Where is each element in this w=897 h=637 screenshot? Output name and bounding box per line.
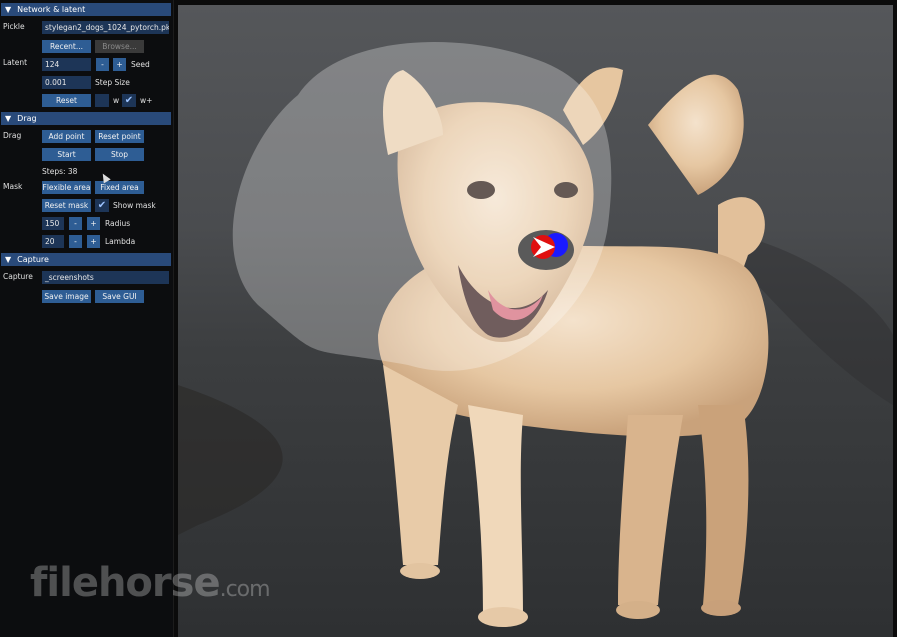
generated-dog-image[interactable] bbox=[178, 5, 893, 637]
flexible-area-button[interactable]: Flexible area bbox=[42, 181, 91, 194]
show-mask-checkbox[interactable]: ✔ bbox=[95, 199, 109, 212]
section-header-capture[interactable]: ▼ Capture bbox=[1, 253, 171, 266]
start-button[interactable]: Start bbox=[42, 148, 91, 161]
radius-decrement-button[interactable]: - bbox=[69, 217, 82, 230]
radius-input[interactable]: 150 bbox=[42, 217, 64, 230]
fixed-area-button[interactable]: Fixed area bbox=[95, 181, 144, 194]
save-image-button[interactable]: Save image bbox=[42, 290, 91, 303]
lambda-label: Lambda bbox=[105, 237, 136, 246]
reset-point-button[interactable]: Reset point bbox=[95, 130, 144, 143]
stop-button[interactable]: Stop bbox=[95, 148, 144, 161]
wplus-label: w+ bbox=[140, 96, 153, 105]
save-gui-button[interactable]: Save GUI bbox=[95, 290, 144, 303]
lambda-input[interactable]: 20 bbox=[42, 235, 64, 248]
watermark-brand: filehorse bbox=[30, 560, 221, 606]
seed-input[interactable]: 124 bbox=[42, 58, 91, 71]
step-size-input[interactable]: 0.001 bbox=[42, 76, 91, 89]
wplus-checkbox[interactable]: ✔ bbox=[122, 94, 136, 107]
reset-mask-button[interactable]: Reset mask bbox=[42, 199, 91, 212]
collapse-triangle-icon: ▼ bbox=[5, 5, 12, 14]
latent-label: Latent bbox=[3, 58, 28, 67]
watermark-tld: .com bbox=[219, 577, 271, 602]
seed-increment-button[interactable]: + bbox=[113, 58, 126, 71]
seed-label: Seed bbox=[131, 60, 150, 69]
radius-label: Radius bbox=[105, 219, 131, 228]
pickle-path-input[interactable]: stylegan2_dogs_1024_pytorch.pkl bbox=[42, 21, 169, 34]
section-header-network[interactable]: ▼ Network & latent bbox=[1, 3, 171, 16]
step-size-label: Step Size bbox=[95, 78, 130, 87]
steps-counter: Steps: 38 bbox=[42, 167, 78, 176]
add-point-button[interactable]: Add point bbox=[42, 130, 91, 143]
w-label: w bbox=[113, 96, 120, 105]
seed-decrement-button[interactable]: - bbox=[96, 58, 109, 71]
checkmark-icon: ✔ bbox=[97, 200, 107, 211]
w-checkbox[interactable] bbox=[95, 94, 109, 107]
radius-increment-button[interactable]: + bbox=[87, 217, 100, 230]
lambda-increment-button[interactable]: + bbox=[87, 235, 100, 248]
collapse-triangle-icon: ▼ bbox=[5, 255, 12, 264]
capture-label: Capture bbox=[3, 272, 33, 281]
filehorse-watermark: filehorse.com bbox=[30, 560, 271, 606]
lambda-decrement-button[interactable]: - bbox=[69, 235, 82, 248]
capture-dir-input[interactable]: _screenshots bbox=[42, 271, 169, 284]
pickle-label: Pickle bbox=[3, 22, 25, 31]
browse-button[interactable]: Browse... bbox=[95, 40, 144, 53]
drag-label: Drag bbox=[3, 131, 22, 140]
section-title: Network & latent bbox=[17, 5, 86, 14]
control-panel: ▼ Network & latent Pickle stylegan2_dogs… bbox=[0, 0, 174, 637]
recent-button[interactable]: Recent... bbox=[42, 40, 91, 53]
section-title: Drag bbox=[17, 114, 37, 123]
mask-label: Mask bbox=[3, 182, 23, 191]
image-canvas[interactable] bbox=[178, 5, 893, 637]
section-title: Capture bbox=[17, 255, 49, 264]
show-mask-label: Show mask bbox=[113, 201, 156, 210]
section-header-drag[interactable]: ▼ Drag bbox=[1, 112, 171, 125]
latent-reset-button[interactable]: Reset bbox=[42, 94, 91, 107]
checkmark-icon: ✔ bbox=[124, 95, 134, 106]
collapse-triangle-icon: ▼ bbox=[5, 114, 12, 123]
